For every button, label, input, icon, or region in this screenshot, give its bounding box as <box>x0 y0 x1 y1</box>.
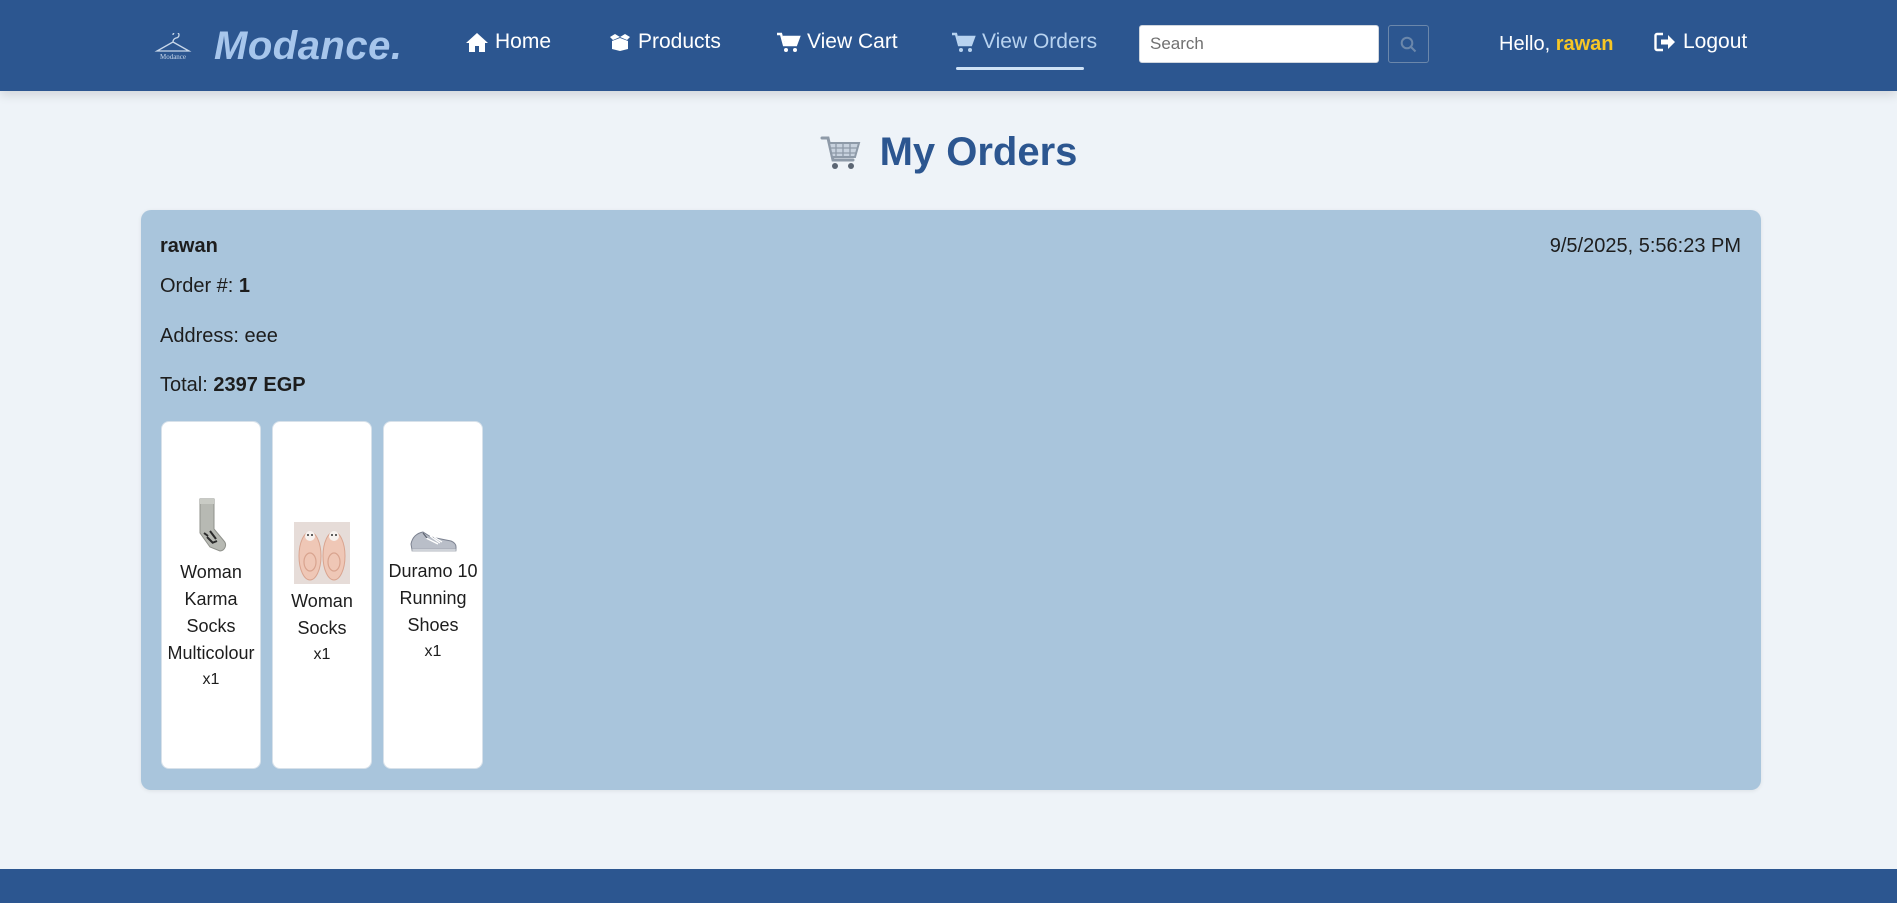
order-total: 2397 EGP <box>213 374 306 396</box>
logout-icon <box>1654 32 1675 52</box>
search-icon <box>1400 36 1417 52</box>
slipper-socks-icon <box>294 522 350 584</box>
nav-view-orders-label: View Orders <box>982 30 1098 53</box>
nav-products-label: Products <box>638 30 721 53</box>
search-button[interactable] <box>1388 25 1429 63</box>
order-items: Woman Karma Socks Multicolour x1 Woman S… <box>161 421 483 769</box>
item-quantity: x1 <box>313 646 331 663</box>
page-title: My Orders <box>0 130 1897 175</box>
brand-logo-text: Modance <box>159 52 187 61</box>
nav-view-cart-label: View Cart <box>807 30 898 53</box>
order-date: 9/5/2025, 5:56:23 PM <box>1549 235 1741 257</box>
brand-name: Modance. <box>214 24 403 68</box>
order-address-line: Address: eee <box>160 325 278 348</box>
search-input[interactable] <box>1139 25 1379 63</box>
hanger-icon <box>154 32 192 52</box>
logout-label: Logout <box>1683 30 1748 53</box>
order-number-line: Order #: 1 <box>160 275 250 298</box>
order-user: rawan <box>160 235 218 257</box>
page-title-text: My Orders <box>879 130 1078 174</box>
footer-bar <box>0 869 1897 903</box>
nav-view-orders[interactable]: View Orders <box>951 30 1097 54</box>
item-name: Duramo 10 Running Shoes <box>388 560 478 635</box>
navbar: Modance Modance. Home Products View Cart… <box>0 0 1897 91</box>
running-shoe-icon <box>408 526 458 554</box>
active-nav-underline <box>956 67 1084 70</box>
brand-logo: Modance <box>152 28 194 66</box>
order-number: 1 <box>238 275 251 297</box>
order-item[interactable]: Woman Socks x1 <box>272 421 372 769</box>
sock-icon <box>192 497 230 555</box>
order-total-label: Total: <box>160 374 214 396</box>
item-quantity: x1 <box>202 671 220 688</box>
nav-home[interactable]: Home <box>465 30 551 54</box>
user-greeting: Hello, rawan <box>1499 33 1614 56</box>
logout-button[interactable]: Logout <box>1654 30 1747 54</box>
item-quantity: x1 <box>424 642 442 660</box>
box-open-icon <box>610 34 630 51</box>
username: rawan <box>1555 33 1614 55</box>
nav-home-label: Home <box>495 30 552 53</box>
order-total-line: Total: 2397 EGP <box>160 374 306 397</box>
item-name: Woman Socks <box>291 591 353 638</box>
nav-products[interactable]: Products <box>608 30 721 54</box>
shopping-cart-icon <box>820 134 862 172</box>
order-item[interactable]: Woman Karma Socks Multicolour x1 <box>161 421 261 769</box>
brand[interactable]: Modance Modance. <box>152 24 402 69</box>
nav-view-cart[interactable]: View Cart <box>776 30 898 54</box>
order-number-label: Order #: <box>160 275 239 297</box>
order-address: eee <box>244 325 278 347</box>
home-icon <box>466 32 488 52</box>
order-card: rawan 9/5/2025, 5:56:23 PM Order #: 1 Ad… <box>141 210 1761 790</box>
item-name: Woman Karma Socks Multicolour <box>167 562 255 663</box>
greeting-text: Hello, <box>1499 33 1556 55</box>
cart-icon <box>952 32 976 52</box>
cart-icon <box>777 32 801 52</box>
order-address-label: Address: <box>160 325 245 347</box>
order-item[interactable]: Duramo 10 Running Shoes x1 <box>383 421 483 769</box>
